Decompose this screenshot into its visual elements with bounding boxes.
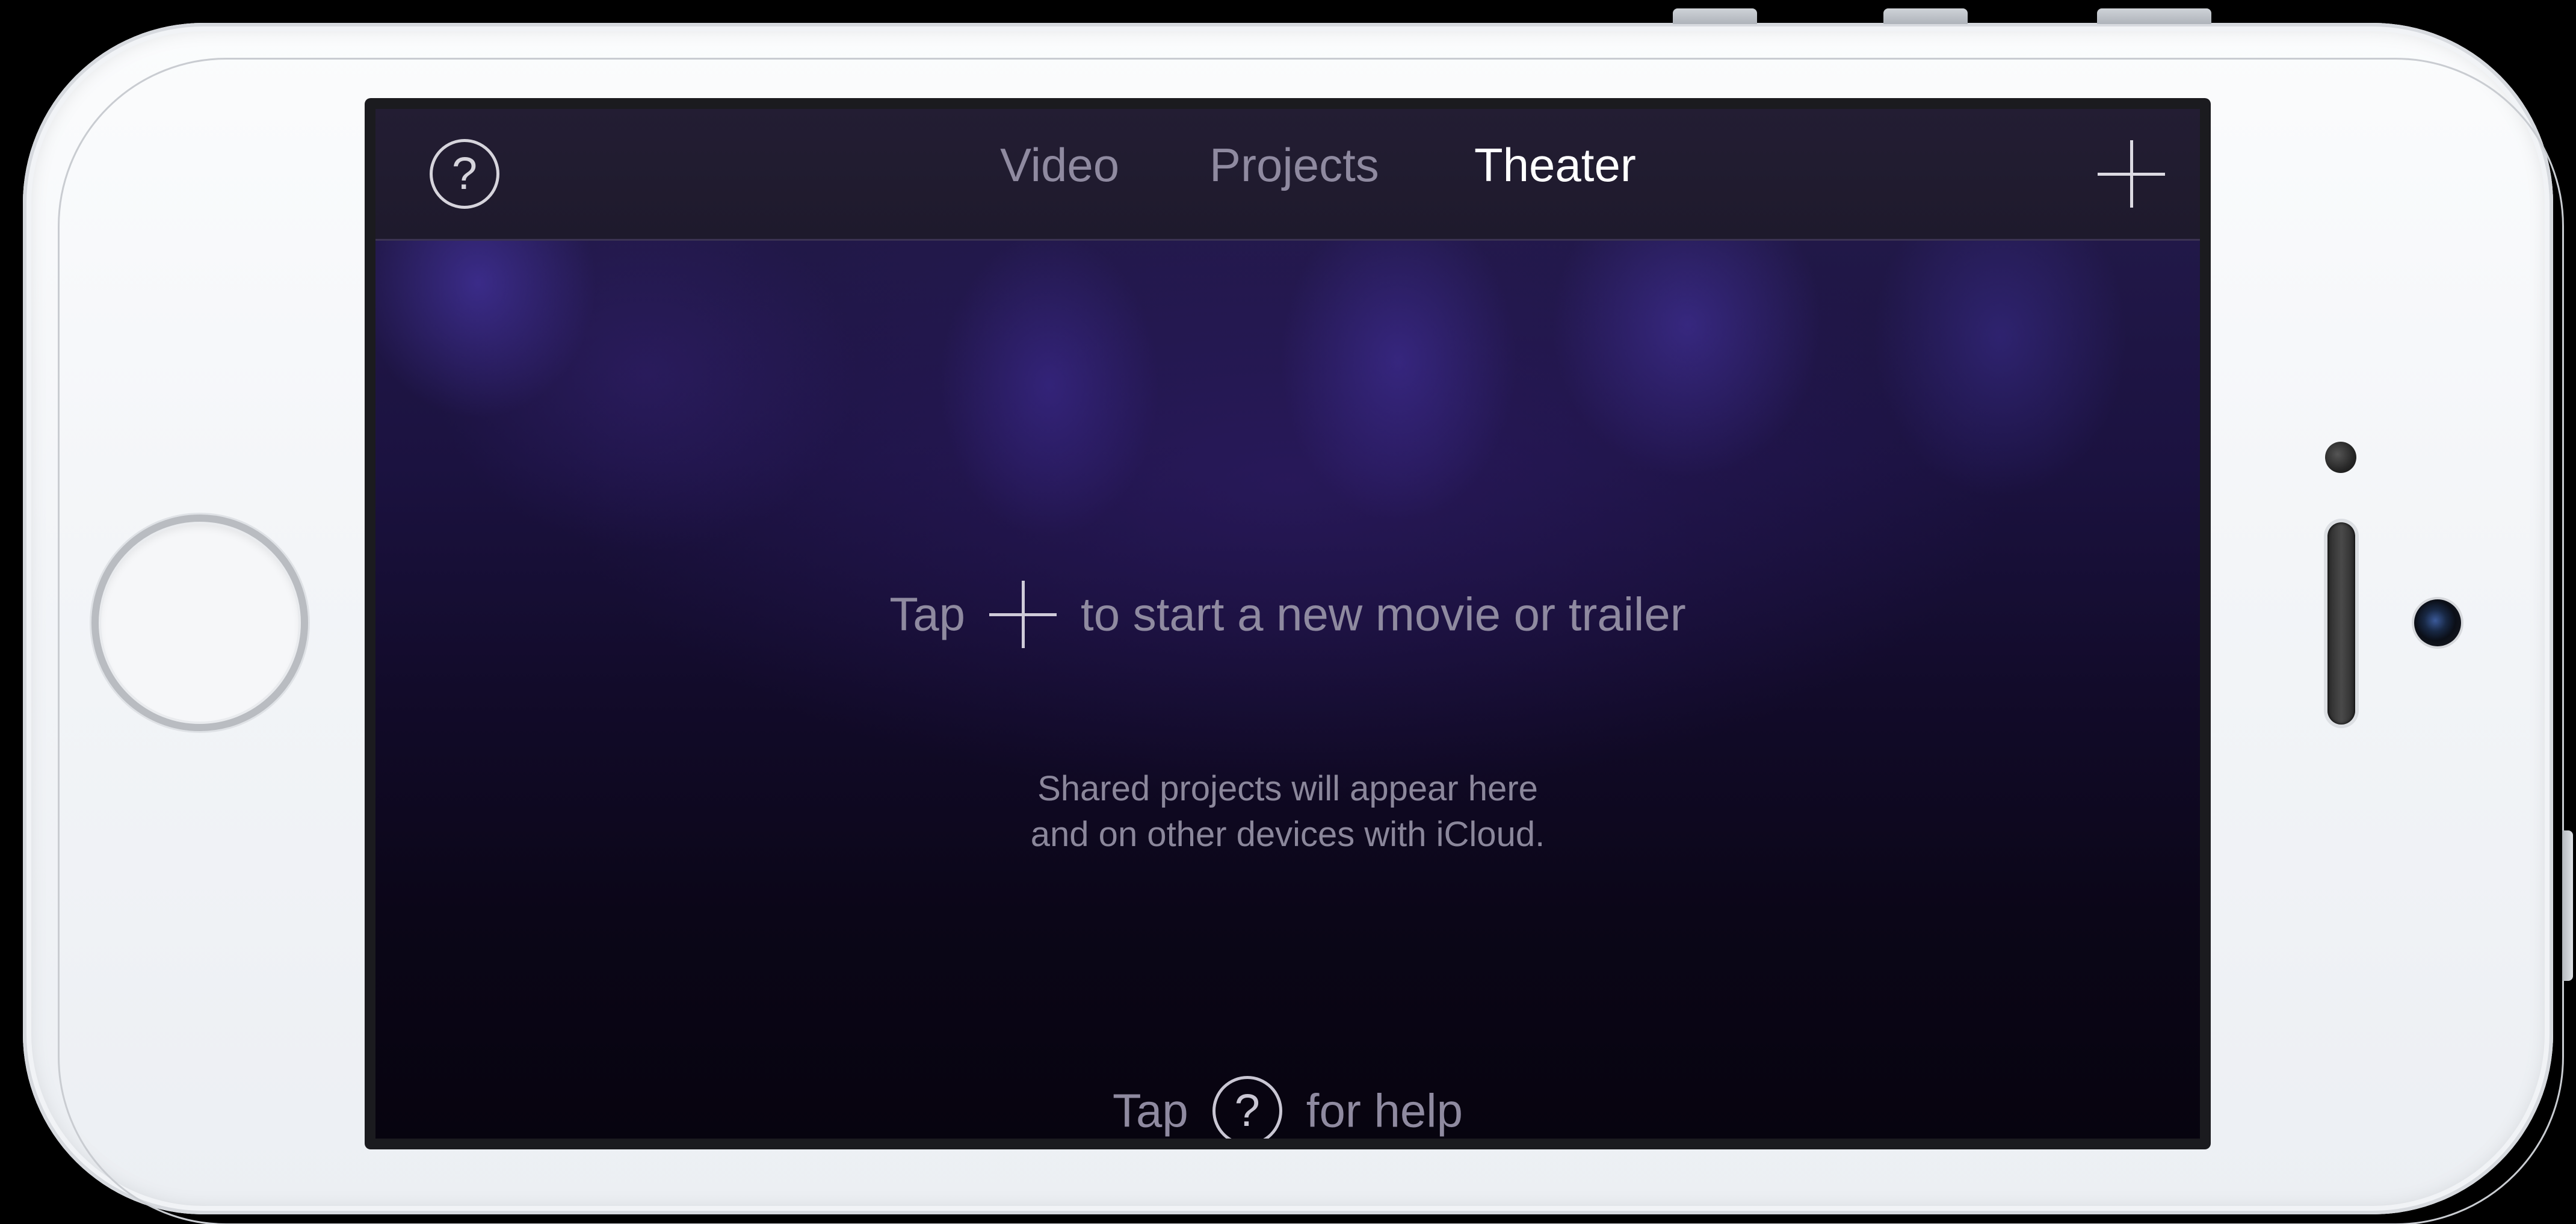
shared-projects-note: Shared projects will appear here and on … bbox=[375, 766, 2200, 858]
earpiece-speaker bbox=[2327, 522, 2355, 725]
proximity-sensor bbox=[2325, 442, 2356, 473]
volume-up-button[interactable] bbox=[1673, 8, 1757, 24]
volume-down-button[interactable] bbox=[1883, 8, 1968, 24]
start-hint-suffix: to start a new movie or trailer bbox=[1081, 587, 1686, 641]
help-hint-prefix: Tap bbox=[1113, 1084, 1188, 1137]
imovie-app: ? Video Projects Theater Tap to start a n… bbox=[375, 109, 2200, 1139]
mute-switch[interactable] bbox=[2562, 830, 2573, 981]
device-screen: ? Video Projects Theater Tap to start a n… bbox=[365, 98, 2211, 1149]
plus-icon bbox=[989, 581, 1057, 648]
shared-note-line-2: and on other devices with iCloud. bbox=[1030, 815, 1545, 854]
help-hint: Tap? for help bbox=[375, 1076, 2200, 1139]
sleep-wake-button[interactable] bbox=[2097, 8, 2211, 24]
add-button[interactable] bbox=[2098, 140, 2165, 208]
stage: ? Video Projects Theater Tap to start a n… bbox=[0, 0, 2576, 1224]
question-mark-icon: ? bbox=[1212, 1076, 1282, 1139]
start-new-movie-hint: Tap to start a new movie or trailer bbox=[375, 581, 2200, 653]
home-button[interactable] bbox=[91, 515, 308, 731]
help-hint-suffix: for help bbox=[1306, 1084, 1463, 1137]
front-camera bbox=[2414, 599, 2461, 646]
start-hint-prefix: Tap bbox=[889, 587, 966, 641]
tab-theater[interactable]: Theater bbox=[1474, 138, 1636, 193]
tab-bar: Video Projects Theater bbox=[375, 109, 2200, 239]
tab-video[interactable]: Video bbox=[1000, 138, 1119, 193]
navigation-bar: ? Video Projects Theater bbox=[375, 109, 2200, 241]
shared-note-line-1: Shared projects will appear here bbox=[1037, 769, 1538, 808]
theater-stage: Tap to start a new movie or trailer Share… bbox=[375, 241, 2200, 1139]
tab-projects[interactable]: Projects bbox=[1209, 138, 1379, 193]
